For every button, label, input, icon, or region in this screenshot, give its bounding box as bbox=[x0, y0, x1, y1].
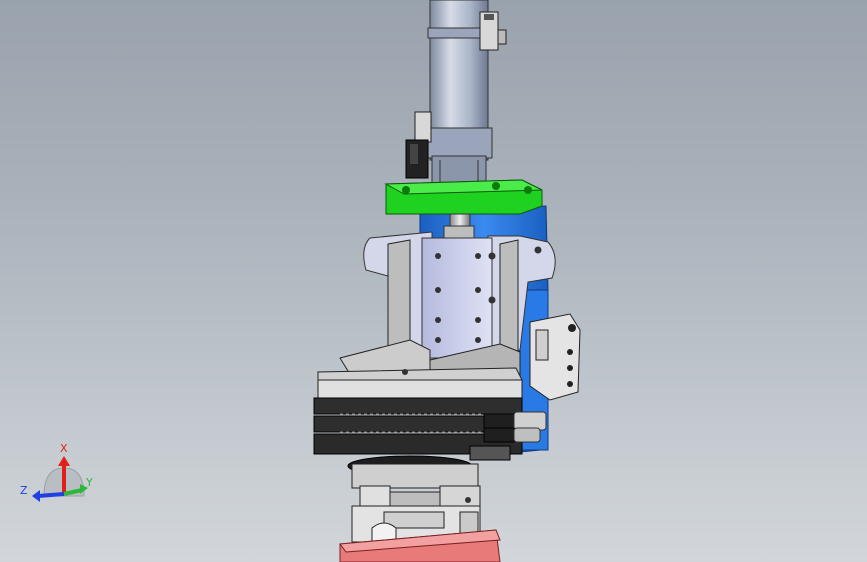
air-fitting-lower[interactable] bbox=[483, 427, 541, 443]
reed-switch-upper[interactable] bbox=[479, 11, 507, 51]
air-fitting-upper[interactable] bbox=[483, 411, 547, 431]
z-axis-arrow bbox=[32, 490, 40, 502]
x-axis-arrow bbox=[58, 456, 70, 466]
z-axis-label: Z bbox=[20, 484, 28, 497]
cylinder-mount-plate[interactable] bbox=[384, 179, 543, 215]
side-mount-block[interactable] bbox=[529, 313, 581, 401]
z-axis-line bbox=[37, 492, 65, 498]
reed-switch-lower[interactable] bbox=[405, 111, 432, 179]
x-axis-label: X bbox=[60, 442, 68, 455]
cad-viewport[interactable]: X Y Z bbox=[0, 0, 867, 562]
y-axis-label: Y bbox=[85, 476, 93, 489]
axis-triad: X Y Z bbox=[20, 442, 93, 502]
